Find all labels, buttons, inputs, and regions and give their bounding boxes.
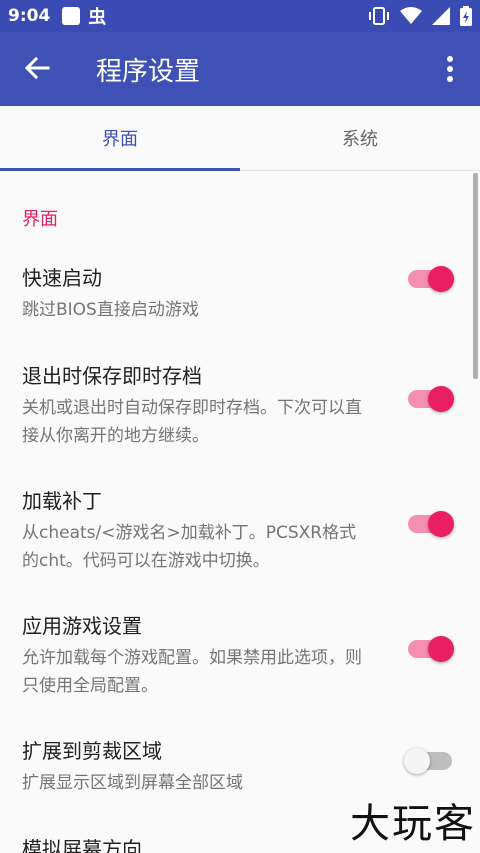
tab-system[interactable]: 系统 [240, 106, 480, 170]
pref-summary: 扩展显示区域到屏幕全部区域 [22, 773, 243, 793]
expand-crop-toggle[interactable] [404, 738, 454, 784]
fast-boot-toggle[interactable] [408, 256, 454, 302]
watermark-logo: 大玩客 [350, 801, 476, 847]
notification-square-icon [62, 7, 81, 25]
pref-title: 退出时保存即时存档 [22, 364, 202, 388]
pref-summary: 从cheats/<游戏名>加载补丁。PCSXR格式的cht。代码可以在游戏中切换… [22, 523, 357, 571]
back-arrow-icon[interactable] [22, 53, 52, 83]
page-title: 程序设置 [96, 57, 201, 87]
battery-charging-icon [460, 6, 472, 26]
toggle-thumb [428, 266, 454, 292]
pref-summary: 允许加载每个游戏配置。如果禁用此选项，则只使用全局配置。 [22, 648, 362, 696]
toggle-thumb [428, 636, 454, 662]
bug-notification-icon: 虫 [88, 7, 107, 28]
game-settings-toggle[interactable] [408, 626, 454, 672]
pref-title: 加载补丁 [22, 489, 102, 513]
toggle-thumb [428, 511, 454, 537]
pref-summary: 跳过BIOS直接启动游戏 [22, 300, 199, 320]
status-time: 9:04 [8, 6, 51, 26]
pref-title: 扩展到剪裁区域 [22, 739, 162, 763]
scrollbar[interactable] [473, 173, 478, 379]
save-state-toggle[interactable] [408, 376, 454, 422]
settings-list[interactable]: 界面 快速启动 跳过BIOS直接启动游戏 退出时保存即时存档 关机或退出时自动保… [0, 171, 480, 853]
signal-icon [432, 7, 450, 25]
vibrate-icon [369, 7, 389, 25]
pref-title: 模拟屏幕方向 [22, 837, 142, 853]
toggle-thumb [428, 386, 454, 412]
load-cheats-toggle[interactable] [408, 501, 454, 547]
pref-title: 快速启动 [22, 266, 102, 290]
toggle-thumb [404, 748, 430, 774]
tab-interface[interactable]: 界面 [0, 106, 240, 171]
overflow-menu-icon[interactable] [440, 54, 460, 84]
wifi-icon [400, 7, 422, 24]
status-bar: 9:04 虫 [0, 0, 480, 32]
pref-summary: 关机或退出时自动保存即时存档。下次可以直接从你离开的地方继续。 [22, 398, 362, 446]
section-header: 界面 [22, 209, 58, 230]
pref-title: 应用游戏设置 [22, 614, 142, 638]
tab-bar: 界面 系统 [0, 106, 480, 171]
app-bar: 程序设置 [0, 32, 480, 106]
